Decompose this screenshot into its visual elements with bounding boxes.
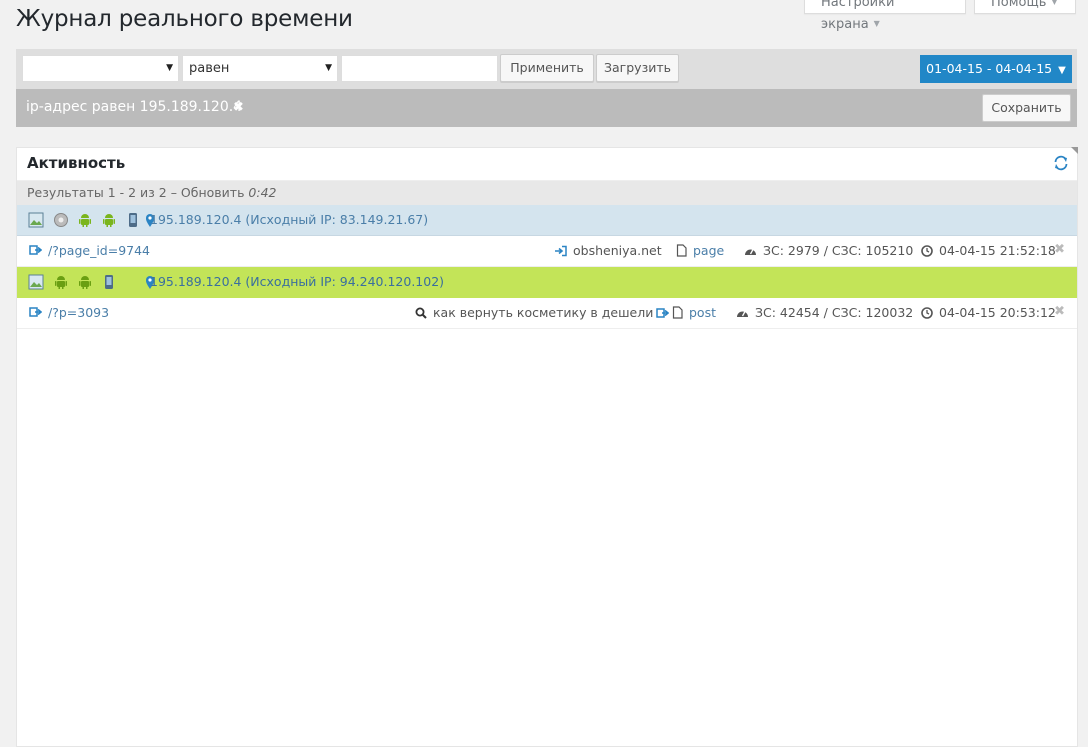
help-label: Помощь [991, 0, 1047, 10]
mobile-device-icon [101, 274, 117, 290]
hit-row: /?p=3093 как вернуть косметику в дешели … [17, 298, 1077, 329]
help-tab[interactable]: Помощь ▼ [974, 0, 1076, 14]
remove-filter-icon[interactable]: ✖ [233, 100, 244, 115]
clock-icon [921, 307, 933, 319]
document-icon [676, 244, 687, 257]
visitor-ip[interactable]: 195.189.120.4 (Исходный IP: 83.149.21.67… [150, 212, 428, 227]
visitor-ip[interactable]: 195.189.120.4 (Исходный IP: 94.240.120.1… [150, 274, 444, 289]
time-text: 04-04-15 21:52:18 [939, 243, 1056, 258]
referrer-icon [554, 245, 567, 257]
caret-down-icon: ▼ [1058, 65, 1066, 76]
screen-res-icon [28, 274, 44, 290]
dashboard-icon [744, 245, 757, 257]
filter-bar: ▼ равен ▼ Применить Загрузить 01-04-15 - … [16, 49, 1077, 89]
hit-row: /?page_id=9744 obsheniya.net page ЗС: 29… [17, 236, 1077, 267]
hit-time: 04-04-15 21:52:18 [921, 243, 1056, 258]
content-type-link[interactable]: post [689, 305, 716, 320]
visitor-row[interactable]: 195.189.120.4 (Исходный IP: 83.149.21.67… [17, 205, 1077, 236]
search-query-text: как вернуть косметику в дешели [433, 305, 654, 320]
time-text: 04-04-15 20:53:12 [939, 305, 1056, 320]
hit-content-type: post [672, 305, 716, 320]
screen-options-label: Настройки экрана [821, 0, 895, 32]
caret-down-icon: ▼ [1051, 0, 1058, 6]
save-filter-button[interactable]: Сохранить [982, 94, 1071, 122]
visitor-row[interactable]: 195.189.120.4 (Исходный IP: 94.240.120.1… [17, 267, 1077, 298]
load-button[interactable]: Загрузить [596, 54, 679, 82]
refresh-icon[interactable] [1052, 154, 1070, 172]
exit-link-icon[interactable] [656, 307, 670, 319]
hit-content-type: page [676, 243, 724, 258]
browser-icon [53, 212, 69, 228]
content-type-link[interactable]: page [693, 243, 724, 258]
active-filter-tag: ip-адрес равен 195.189.120.4 [26, 99, 243, 115]
filter-value-input[interactable] [341, 55, 498, 82]
caret-down-icon: ▼ [873, 19, 880, 28]
active-filter-bar: ip-адрес равен 195.189.120.4 ✖ Сохранить [16, 89, 1077, 127]
hit-stats: ЗС: 2979 / СЗС: 105210 [744, 243, 913, 258]
date-range-button[interactable]: 01-04-15 - 04-04-15 ▼ [920, 55, 1072, 83]
stats-text: ЗС: 42454 / СЗС: 120032 [755, 305, 914, 320]
hit-time: 04-04-15 20:53:12 [921, 305, 1056, 320]
results-text: Результаты 1 - 2 из 2 – Обновить [27, 185, 245, 200]
panel-header: Активность [17, 148, 1077, 181]
exit-link-icon [29, 244, 42, 256]
hit-search-query: как вернуть косметику в дешели [415, 305, 670, 320]
hit-referrer: obsheniya.net [554, 243, 662, 258]
android-icon [77, 212, 93, 228]
apply-button[interactable]: Применить [500, 54, 594, 82]
refresh-countdown: 0:42 [248, 185, 277, 200]
caret-down-icon: ▼ [166, 63, 173, 73]
hit-url[interactable]: /?page_id=9744 [48, 243, 150, 258]
delete-hit-icon[interactable]: ✖ [1054, 242, 1065, 257]
exit-link-icon [29, 306, 42, 318]
android-icon [53, 274, 69, 290]
clock-icon [921, 245, 933, 257]
caret-down-icon: ▼ [325, 63, 332, 73]
screen-options-tab[interactable]: Настройки экрана ▼ [804, 0, 966, 32]
mobile-device-icon [125, 212, 141, 228]
referrer-link[interactable]: obsheniya.net [573, 243, 662, 258]
filter-operator-value: равен [189, 61, 230, 76]
android-icon [101, 212, 117, 228]
search-icon [415, 307, 427, 319]
hit-stats: ЗС: 42454 / СЗС: 120032 [736, 305, 913, 320]
page-title: Журнал реального времени [16, 6, 353, 32]
screen-res-icon [28, 212, 44, 228]
hit-url[interactable]: /?p=3093 [48, 305, 109, 320]
activity-panel: Активность Результаты 1 - 2 из 2 – Обнов… [16, 147, 1078, 747]
dashboard-icon [736, 307, 749, 319]
delete-hit-icon[interactable]: ✖ [1054, 304, 1065, 319]
date-range-label: 01-04-15 - 04-04-15 [926, 61, 1053, 76]
results-summary: Результаты 1 - 2 из 2 – Обновить 0:42 [17, 181, 1077, 205]
filter-operator-select[interactable]: равен ▼ [182, 55, 338, 82]
panel-title: Активность [27, 154, 126, 172]
stats-text: ЗС: 2979 / СЗС: 105210 [763, 243, 914, 258]
document-icon [672, 306, 683, 319]
filter-field-select[interactable]: ▼ [22, 55, 179, 82]
android-icon [77, 274, 93, 290]
